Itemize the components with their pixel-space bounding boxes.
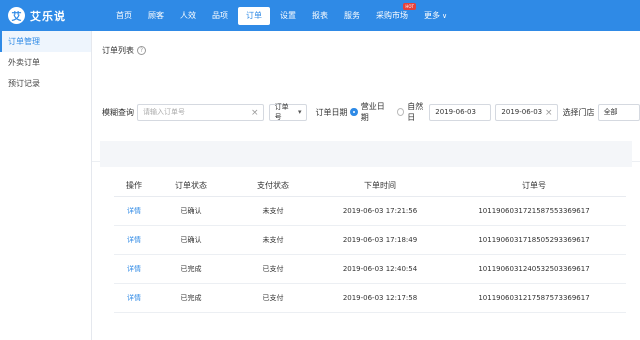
top-navbar: 艾 艾乐说 首页 顾客 人效 品项 订单 设置 报表 服务 采购市场 HOT 更… — [0, 0, 640, 31]
sidebar-item-reservations[interactable]: 预订记录 — [0, 73, 91, 94]
order-status: 已完成 — [180, 265, 202, 273]
detail-link[interactable]: 详情 — [114, 206, 154, 216]
date-to-value: 2019-06-03 — [501, 108, 543, 116]
order-status: 已完成 — [180, 294, 202, 302]
order-status: 已确认 — [180, 207, 202, 215]
chevron-down-icon: ∨ — [442, 11, 448, 20]
table-row: 详情 已确认 未支付 2019-06-03 17:18:49 101190603… — [114, 226, 626, 255]
clear-icon[interactable]: × — [251, 108, 259, 118]
nav-item-reports[interactable]: 报表 — [304, 0, 336, 31]
order-time: 2019-06-03 12:40:54 — [342, 265, 418, 273]
order-number: 1011906031721587553369617 — [478, 207, 590, 215]
table-row: 详情 已完成 已支付 2019-06-03 12:17:58 101190603… — [114, 284, 626, 313]
pay-status: 未支付 — [262, 236, 284, 244]
radio-label: 自然日 — [407, 102, 424, 122]
nav-item-services[interactable]: 服务 — [336, 0, 368, 31]
radio-label: 营业日期 — [360, 102, 385, 122]
radio-business-date[interactable]: 营业日期 — [350, 101, 389, 123]
order-number: 1011906031240532503369617 — [478, 265, 590, 273]
nav-item-more[interactable]: 更多 ∨ — [416, 0, 455, 31]
brand-name: 艾乐说 — [30, 9, 66, 23]
orders-table: 操作 订单状态 支付状态 下单时间 订单号 详情 已确认 未支付 2019-06… — [114, 175, 626, 313]
detail-link[interactable]: 详情 — [114, 293, 154, 303]
pay-status: 已支付 — [262, 265, 284, 273]
store-value: 全部 — [603, 108, 618, 116]
search-type-value: 订单号 — [274, 103, 289, 121]
date-to-input[interactable]: 2019-06-03 × — [495, 103, 558, 121]
nav-item-orders[interactable]: 订单 — [238, 6, 270, 25]
nav-item-products[interactable]: 品项 — [204, 0, 236, 31]
table-row: 详情 已确认 未支付 2019-06-03 17:21:56 101190603… — [114, 197, 626, 226]
detail-link[interactable]: 详情 — [114, 264, 154, 274]
store-label: 选择门店 — [562, 107, 595, 117]
search-label: 模糊查询 — [102, 107, 134, 117]
search-placeholder: 请输入订单号 — [143, 108, 185, 116]
date-from-input[interactable]: 2019-06-03 — [429, 103, 492, 121]
nav-item-label: 采购市场 — [376, 11, 408, 20]
pay-status: 已支付 — [262, 294, 284, 302]
caret-down-icon: ▾ — [297, 108, 302, 116]
hot-badge: HOT — [403, 3, 416, 10]
nav-item-staff-efficiency[interactable]: 人效 — [172, 0, 204, 31]
order-number: 1011906031718505293369617 — [478, 236, 590, 244]
main-nav: 首页 顾客 人效 品项 订单 设置 报表 服务 采购市场 HOT 更多 ∨ — [108, 0, 455, 31]
logo-icon: 艾 — [8, 7, 25, 24]
detail-link[interactable]: 详情 — [114, 235, 154, 245]
page-title: 订单列表 ? — [102, 45, 146, 56]
sidebar-item-delivery-orders[interactable]: 外卖订单 — [0, 52, 91, 73]
date-from-value: 2019-06-03 — [435, 108, 476, 116]
col-header-action: 操作 — [126, 181, 142, 190]
col-header-order-status: 订单状态 — [175, 181, 207, 190]
order-number: 1011906031217587573369617 — [478, 294, 590, 302]
nav-item-purchase-market[interactable]: 采购市场 HOT — [368, 0, 416, 31]
nav-item-customers[interactable]: 顾客 — [140, 0, 172, 31]
sidebar-item-order-management[interactable]: 订单管理 — [0, 31, 91, 52]
order-status: 已确认 — [180, 236, 202, 244]
help-icon[interactable]: ? — [137, 46, 146, 55]
col-header-order-time: 下单时间 — [364, 181, 396, 190]
sidebar: 订单管理 外卖订单 预订记录 — [0, 31, 92, 340]
nav-item-settings[interactable]: 设置 — [272, 0, 304, 31]
filter-bar: 模糊查询 请输入订单号 × 订单号 ▾ 订单日期 营业日期 自然日 2019-0… — [102, 102, 640, 122]
order-time: 2019-06-03 12:17:58 — [342, 294, 418, 302]
order-time: 2019-06-03 17:21:56 — [342, 207, 418, 215]
col-header-order-no: 订单号 — [522, 181, 546, 190]
pay-status: 未支付 — [262, 207, 284, 215]
brand-logo[interactable]: 艾 艾乐说 — [0, 7, 108, 24]
col-header-pay-status: 支付状态 — [257, 181, 289, 190]
radio-unchecked-icon — [396, 108, 405, 116]
nav-item-home[interactable]: 首页 — [108, 0, 140, 31]
radio-checked-icon — [350, 108, 358, 116]
search-input[interactable]: 请输入订单号 × — [137, 103, 264, 121]
divider-band — [100, 141, 632, 167]
date-label: 订单日期 — [315, 107, 348, 117]
table-header: 操作 订单状态 支付状态 下单时间 订单号 — [114, 175, 626, 197]
nav-item-label: 更多 — [424, 11, 440, 20]
order-time: 2019-06-03 17:18:49 — [342, 236, 418, 244]
radio-natural-date[interactable]: 自然日 — [396, 101, 428, 123]
table-row: 详情 已完成 已支付 2019-06-03 12:40:54 101190603… — [114, 255, 626, 284]
search-type-select[interactable]: 订单号 ▾ — [268, 103, 308, 121]
store-select[interactable]: 全部 — [597, 103, 640, 121]
clear-icon[interactable]: × — [545, 108, 553, 118]
page-title-text: 订单列表 — [102, 46, 134, 55]
